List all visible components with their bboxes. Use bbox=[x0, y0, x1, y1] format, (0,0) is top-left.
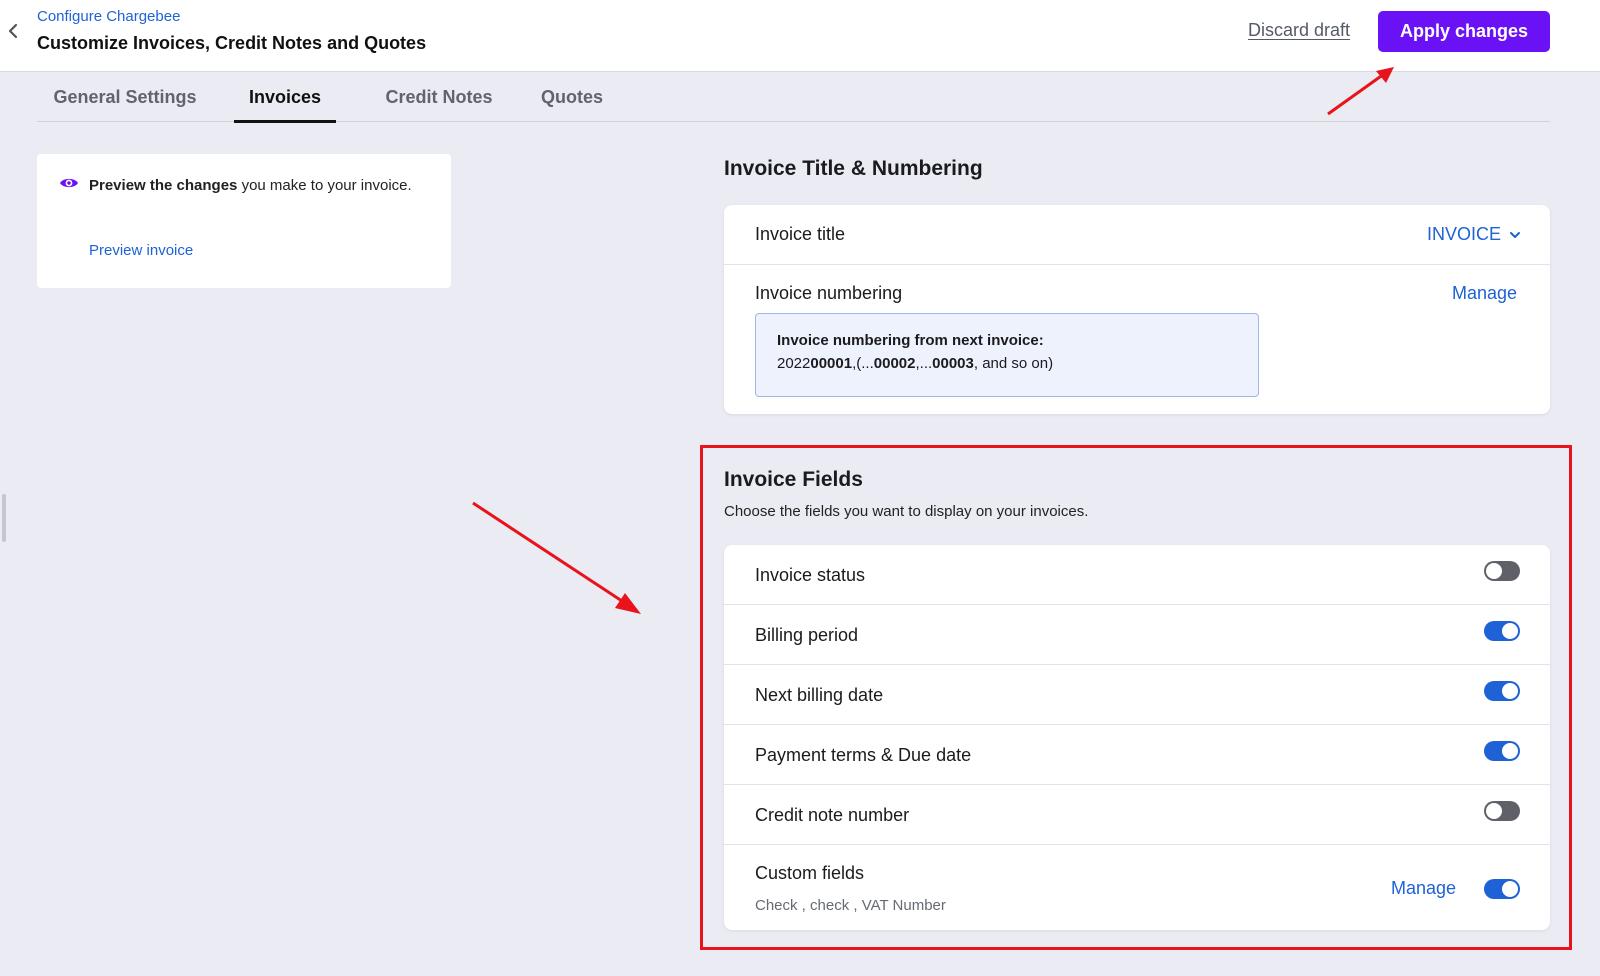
custom-fields-manage-link[interactable]: Manage bbox=[1391, 878, 1456, 899]
toggle-knob bbox=[1486, 563, 1502, 579]
field-label: Credit note number bbox=[755, 805, 910, 825]
apply-changes-button[interactable]: Apply changes bbox=[1378, 11, 1550, 52]
chevron-down-icon bbox=[1510, 231, 1521, 238]
invoice-title-label: Invoice title bbox=[755, 224, 846, 244]
field-label: Custom fields bbox=[755, 863, 865, 883]
billing-period-toggle[interactable] bbox=[1484, 621, 1520, 641]
numbering-first: 00001 bbox=[810, 355, 853, 372]
tab-credit-notes[interactable]: Credit Notes bbox=[373, 72, 505, 122]
toggle-knob bbox=[1502, 623, 1518, 639]
invoice-title-dropdown[interactable]: INVOICE bbox=[1427, 224, 1521, 245]
toggle-knob bbox=[1502, 743, 1518, 759]
payment-terms-toggle[interactable] bbox=[1484, 741, 1520, 761]
top-bar: Configure Chargebee Customize Invoices, … bbox=[0, 0, 1600, 72]
numbering-manage-link[interactable]: Manage bbox=[1452, 283, 1517, 304]
custom-fields-list: Check , check , VAT Number bbox=[755, 897, 946, 914]
field-row-billing-period: Billing period bbox=[724, 605, 1550, 665]
numbering-second: 00002 bbox=[873, 355, 916, 372]
invoice-numbering-label: Invoice numbering bbox=[755, 283, 903, 303]
invoice-title-row: Invoice title INVOICE bbox=[724, 205, 1550, 265]
invoice-title-value: INVOICE bbox=[1427, 224, 1502, 244]
annotation-arrow-fields bbox=[472, 501, 641, 614]
numbering-mid2: ,... bbox=[915, 355, 933, 372]
back-chevron-icon[interactable] bbox=[2, 18, 24, 44]
numbering-prefix: 2022 bbox=[777, 355, 811, 372]
settings-tabs: General Settings Invoices Credit Notes Q… bbox=[37, 72, 1550, 123]
numbering-mid1: ,(... bbox=[852, 355, 874, 372]
toggle-knob bbox=[1486, 803, 1502, 819]
field-row-custom-fields: Custom fields Check , check , VAT Number… bbox=[724, 845, 1550, 930]
preview-invoice-link[interactable]: Preview invoice bbox=[89, 242, 193, 259]
preview-rest-text: you make to your invoice. bbox=[237, 177, 412, 194]
custom-fields-toggle[interactable] bbox=[1484, 879, 1520, 899]
field-label: Next billing date bbox=[755, 685, 884, 705]
tab-general-settings[interactable]: General Settings bbox=[37, 72, 213, 122]
invoice-numbering-row: Invoice numbering Manage Invoice numberi… bbox=[724, 265, 1550, 414]
toggle-knob bbox=[1502, 683, 1518, 699]
invoice-fields-heading: Invoice Fields bbox=[724, 468, 863, 491]
discard-draft-link[interactable]: Discard draft bbox=[1248, 20, 1350, 41]
title-numbering-card: Invoice title INVOICE Invoice numbering … bbox=[724, 205, 1550, 414]
field-label: Billing period bbox=[755, 625, 859, 645]
numbering-preview-box: Invoice numbering from next invoice: 202… bbox=[755, 313, 1259, 397]
numbering-suffix: , and so on) bbox=[973, 355, 1054, 372]
field-label: Payment terms & Due date bbox=[755, 745, 972, 765]
numbering-sequence: 202200001,(...00002,...00003, and so on) bbox=[777, 355, 1053, 372]
field-row-invoice-status: Invoice status bbox=[724, 545, 1550, 605]
numbering-third: 00003 bbox=[932, 355, 974, 372]
preview-bold-text: Preview the changes bbox=[89, 177, 238, 194]
toggle-knob bbox=[1502, 881, 1518, 897]
page-title: Customize Invoices, Credit Notes and Quo… bbox=[37, 33, 427, 53]
numbering-box-heading: Invoice numbering from next invoice: bbox=[777, 332, 1044, 349]
preview-card: Preview the changes you make to your inv… bbox=[37, 154, 451, 288]
tab-invoices[interactable]: Invoices bbox=[234, 72, 336, 123]
eye-icon bbox=[60, 178, 78, 188]
side-resize-handle[interactable] bbox=[2, 494, 6, 542]
invoice-fields-description: Choose the fields you want to display on… bbox=[724, 503, 1089, 520]
invoice-title-numbering-heading: Invoice Title & Numbering bbox=[724, 157, 983, 180]
field-label: Invoice status bbox=[755, 565, 866, 585]
field-row-payment-terms: Payment terms & Due date bbox=[724, 725, 1550, 785]
field-row-next-billing-date: Next billing date bbox=[724, 665, 1550, 725]
breadcrumb-configure-chargebee[interactable]: Configure Chargebee bbox=[37, 8, 180, 25]
credit-note-number-toggle[interactable] bbox=[1484, 801, 1520, 821]
tab-quotes[interactable]: Quotes bbox=[527, 72, 617, 122]
invoice-fields-card: Invoice status Billing period Next billi… bbox=[724, 545, 1550, 930]
preview-description: Preview the changes you make to your inv… bbox=[89, 174, 419, 197]
field-row-credit-note-number: Credit note number bbox=[724, 785, 1550, 845]
invoice-status-toggle[interactable] bbox=[1484, 561, 1520, 581]
next-billing-date-toggle[interactable] bbox=[1484, 681, 1520, 701]
